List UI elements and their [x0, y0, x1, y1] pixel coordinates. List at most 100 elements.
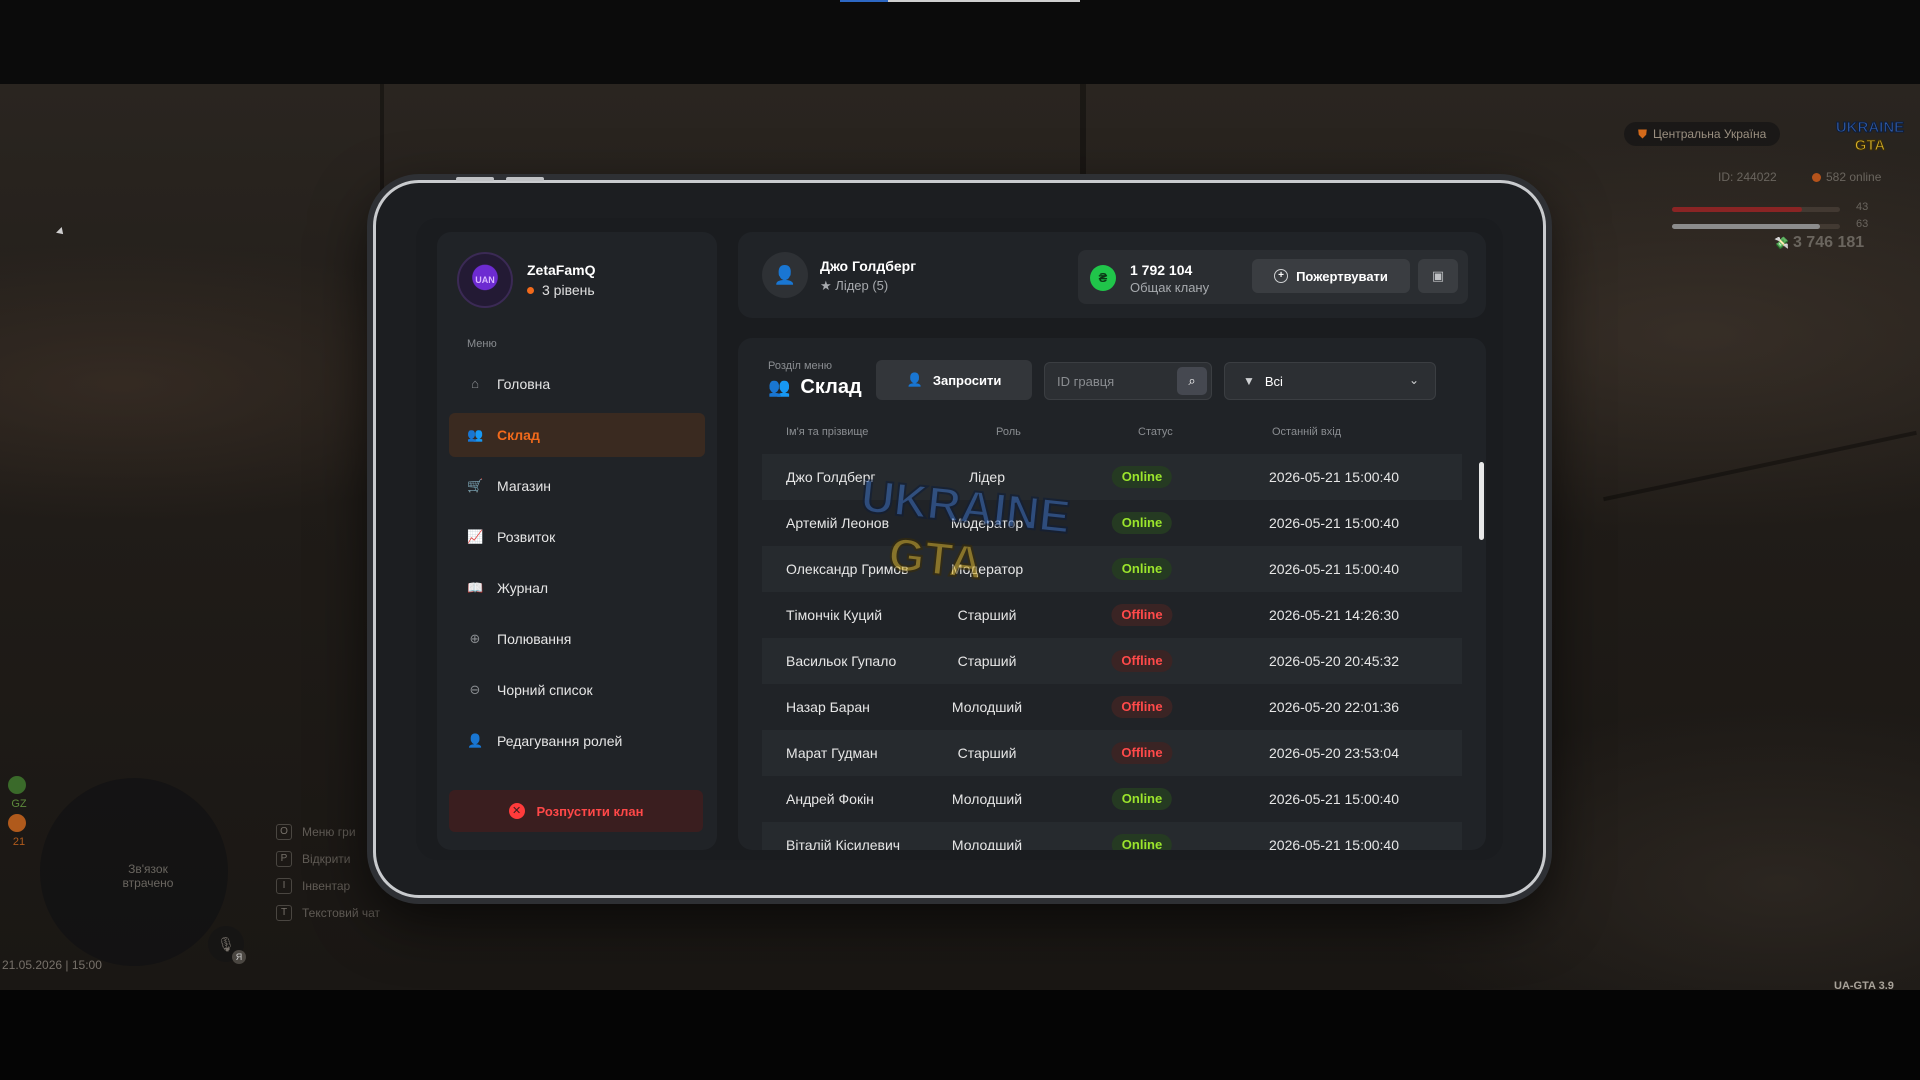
chevron-down-icon: ⌄: [1408, 373, 1419, 387]
status-badge: Offline: [1111, 742, 1173, 764]
invite-button[interactable]: 👤 Запросити: [876, 360, 1032, 400]
page-title: 👥 Склад: [768, 376, 862, 398]
chart-icon: 📈: [467, 529, 484, 544]
search-icon: ⌕: [1188, 373, 1196, 388]
sidebar-item-hunting[interactable]: ⊕ Полювання: [449, 617, 705, 661]
bank-amount: 1 792 104: [1130, 262, 1193, 278]
clan-bank: ₴ 1 792 104 Общак клану + Пожертвувати ▣: [1078, 250, 1468, 304]
book-icon: 📖: [467, 580, 484, 595]
wallet-icon: ▣: [1431, 268, 1445, 283]
status-badge: Offline: [1111, 696, 1173, 718]
profile-name: ZetaFamQ: [527, 262, 596, 278]
player-search: ⌕: [1044, 362, 1212, 400]
user-icon: 👤: [762, 252, 808, 298]
player-money: 💸 3 746 181: [1774, 234, 1865, 251]
loading-bar: [840, 0, 1080, 2]
home-icon: ⌂: [471, 376, 479, 391]
skull-icon: [8, 814, 26, 832]
table-row[interactable]: Андрей Фокін Молодший Online 2026-05-21 15:…: [762, 776, 1462, 822]
game-version: UA-GTA 3.9: [1834, 980, 1894, 992]
currency-icon: ₴: [1090, 265, 1116, 291]
table-row[interactable]: Марат Гудман Старший Offline 2026-05-20 23:…: [762, 730, 1462, 776]
sidebar-item-shop[interactable]: 🛒 Магазин: [449, 464, 705, 508]
letterbox-bottom: [0, 990, 1920, 1080]
filter-icon: ▼: [1243, 374, 1255, 388]
svg-text:GTA: GTA: [1855, 137, 1886, 154]
search-button[interactable]: ⌕: [1177, 367, 1207, 395]
profile-level: 3 рівень: [527, 282, 595, 298]
health-bar: [1672, 207, 1840, 212]
status-badge: Online: [1111, 512, 1173, 534]
sidebar-item-journal[interactable]: 📖 Журнал: [449, 566, 705, 610]
sidebar-item-home[interactable]: ⌂ Головна: [449, 362, 705, 406]
menu-caption: Меню: [467, 338, 497, 350]
armor-bar: [1672, 224, 1840, 229]
table-row[interactable]: Васильок Гупало Старший Offline 2026-05-20 …: [762, 638, 1462, 684]
tablet-button: [456, 177, 494, 181]
sidebar: UAN ZetaFamQ 3 рівень Меню ⌂ Головна 👥 Скл…: [437, 232, 717, 850]
table-row[interactable]: Віталій Кісилевич Молодший Online 2026-05-2…: [762, 822, 1462, 850]
dissolve-clan-button[interactable]: ✕ Розпустити клан: [449, 790, 703, 832]
table-row[interactable]: Тімончік Куций Старший Offline 2026-05-21 1…: [762, 592, 1462, 638]
server-logo: UKRAINE GTA: [1835, 119, 1904, 155]
status-badge: Online: [1111, 466, 1173, 488]
player-id: ID: 244022: [1718, 170, 1777, 184]
add-user-icon: 👤: [906, 372, 923, 387]
region-badge: ⛊ Центральна Україна: [1624, 122, 1781, 146]
members-panel: Розділ меню 👥Склад 👤Запросити ⌕ ▼ Всі ⌄ …: [738, 338, 1486, 850]
column-header-last-login: Останній вхід: [1272, 426, 1342, 438]
tablet-button: [506, 177, 544, 181]
donate-button[interactable]: + Пожертвувати: [1252, 259, 1410, 293]
star-icon: ★: [820, 278, 836, 293]
people-icon: 👥: [467, 427, 484, 442]
column-header-role: Роль: [996, 426, 1021, 438]
online-count: 582 online: [1812, 170, 1881, 184]
armor-value: 63: [1856, 218, 1869, 230]
status-badge: Online: [1111, 834, 1173, 850]
table-row[interactable]: Назар Баран Молодший Offline 2026-05-20 22:…: [762, 684, 1462, 730]
crosshair-icon: ⊕: [469, 631, 481, 646]
status-badge: Offline: [1111, 604, 1173, 626]
column-header-status: Статус: [1138, 426, 1173, 438]
header-card: 👤 Джо Голдберг ★ Лідер (5) ₴ 1 792 104 О…: [738, 232, 1486, 318]
blocked-icon: ⊖: [469, 682, 481, 697]
money-icon: 💸: [1774, 236, 1789, 250]
search-input[interactable]: [1057, 371, 1167, 391]
key-hint: I Інвентар: [276, 872, 380, 899]
wallet-button[interactable]: ▣: [1418, 259, 1458, 293]
plus-circle-icon: +: [1274, 269, 1289, 283]
close-icon: ✕: [508, 803, 525, 819]
svg-text:UKRAINE: UKRAINE: [1836, 119, 1904, 136]
minimap-status: Зв'язок втрачено: [122, 862, 174, 890]
user-role: ★ Лідер (5): [820, 278, 889, 293]
watermark-logo: UKRAINE GTA: [858, 470, 1074, 590]
bank-caption: Общак клану: [1130, 280, 1210, 295]
svg-text:GTA: GTA: [886, 527, 985, 589]
scrollbar[interactable]: [1479, 462, 1484, 540]
status-badge: Online: [1111, 558, 1173, 580]
user-edit-icon: 👤: [467, 733, 484, 748]
health-value: 43: [1856, 201, 1869, 213]
status-badge: Online: [1111, 788, 1173, 810]
avatar: UAN: [457, 252, 513, 308]
section-caption: Розділ меню: [768, 360, 832, 372]
sidebar-item-blacklist[interactable]: ⊖ Чорний список: [449, 668, 705, 712]
gz-icon: [8, 776, 26, 794]
sidebar-item-development[interactable]: 📈 Розвиток: [449, 515, 705, 559]
gangzone-indicator: GZ 21: [8, 776, 30, 852]
key-hints: O Меню гри P Відкрити I Інвентар T Текстовий…: [276, 818, 380, 926]
status-badge: Offline: [1111, 650, 1173, 672]
key-hint: P Відкрити: [276, 845, 380, 872]
status-filter[interactable]: ▼ Всі ⌄: [1224, 362, 1436, 400]
profile: UAN ZetaFamQ 3 рівень: [457, 252, 595, 308]
key-hint: O Меню гри: [276, 818, 380, 845]
sidebar-item-edit-roles[interactable]: 👤 Редагування ролей: [449, 719, 705, 763]
key-hint: T Текстовий чат: [276, 899, 380, 926]
level-dot-icon: [527, 286, 534, 294]
people-icon: 👥: [768, 377, 791, 397]
sidebar-item-warehouse[interactable]: 👥 Склад: [449, 413, 705, 457]
microphone-icon[interactable]: 🎙 Я: [208, 926, 246, 964]
user-name: Джо Голдберг: [820, 258, 917, 274]
online-dot-icon: [1812, 173, 1821, 182]
sidebar-menu: ⌂ Головна 👥 Склад 🛒 Магазин 📈 Розвиток 📖 Журн…: [449, 362, 705, 770]
